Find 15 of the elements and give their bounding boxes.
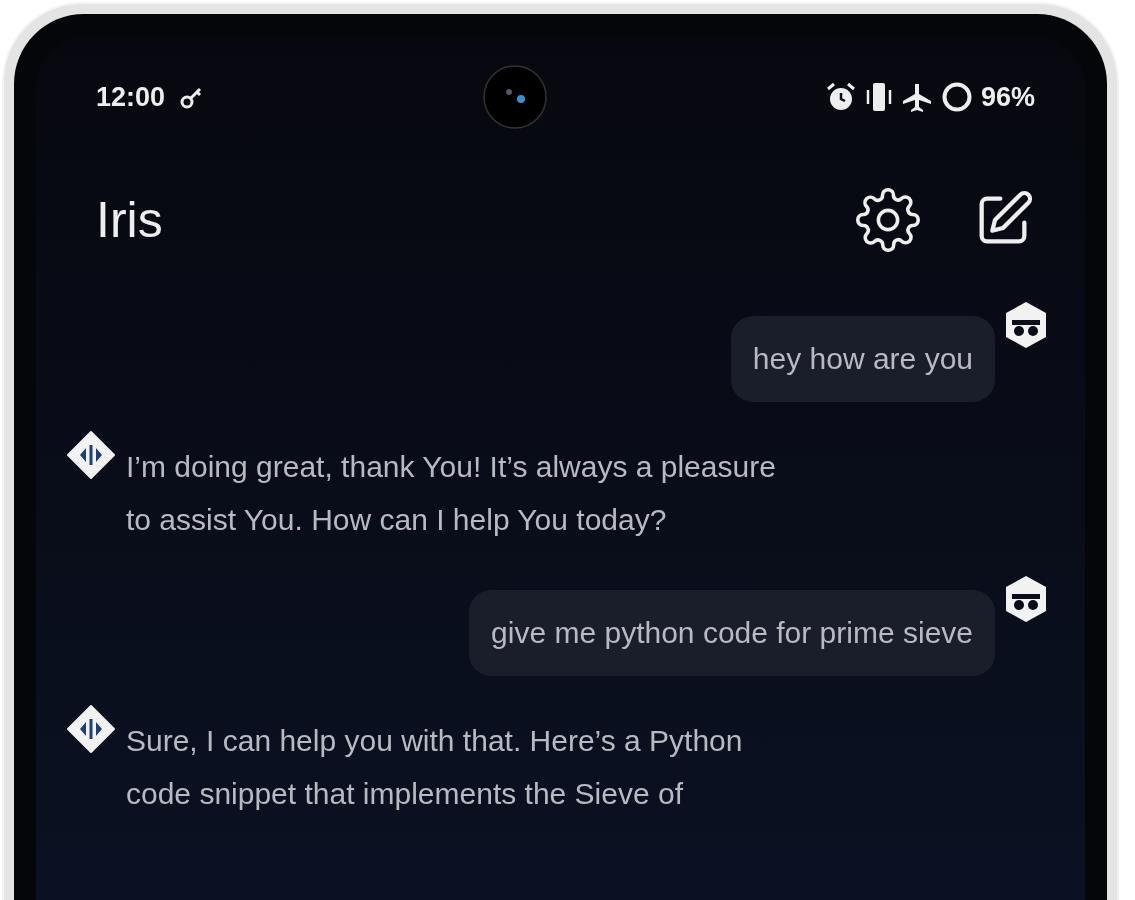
bot-avatar-icon [66,430,116,480]
assistant-message: Sure, I can help you with that. Here’s a Python code snippet that implements the Sieve of [126,723,744,812]
camera-hole [483,65,547,129]
settings-icon[interactable] [855,187,921,253]
battery-percent: 96% [980,81,1035,113]
alarm-icon [824,81,857,113]
vibrate-icon [864,81,893,113]
status-time: 12:00 [96,81,166,113]
assistant-message: I’m doing great, thank You! It’s always a pleasure to assist You. How can I help You today? [126,449,777,538]
user-message: give me python code for prime sieve [469,590,995,676]
airplane-icon [900,81,933,113]
battery-ring-icon [940,81,973,113]
app-title: Iris [96,191,163,249]
bot-avatar-icon [66,704,116,754]
user-message: hey how are you [730,316,995,402]
